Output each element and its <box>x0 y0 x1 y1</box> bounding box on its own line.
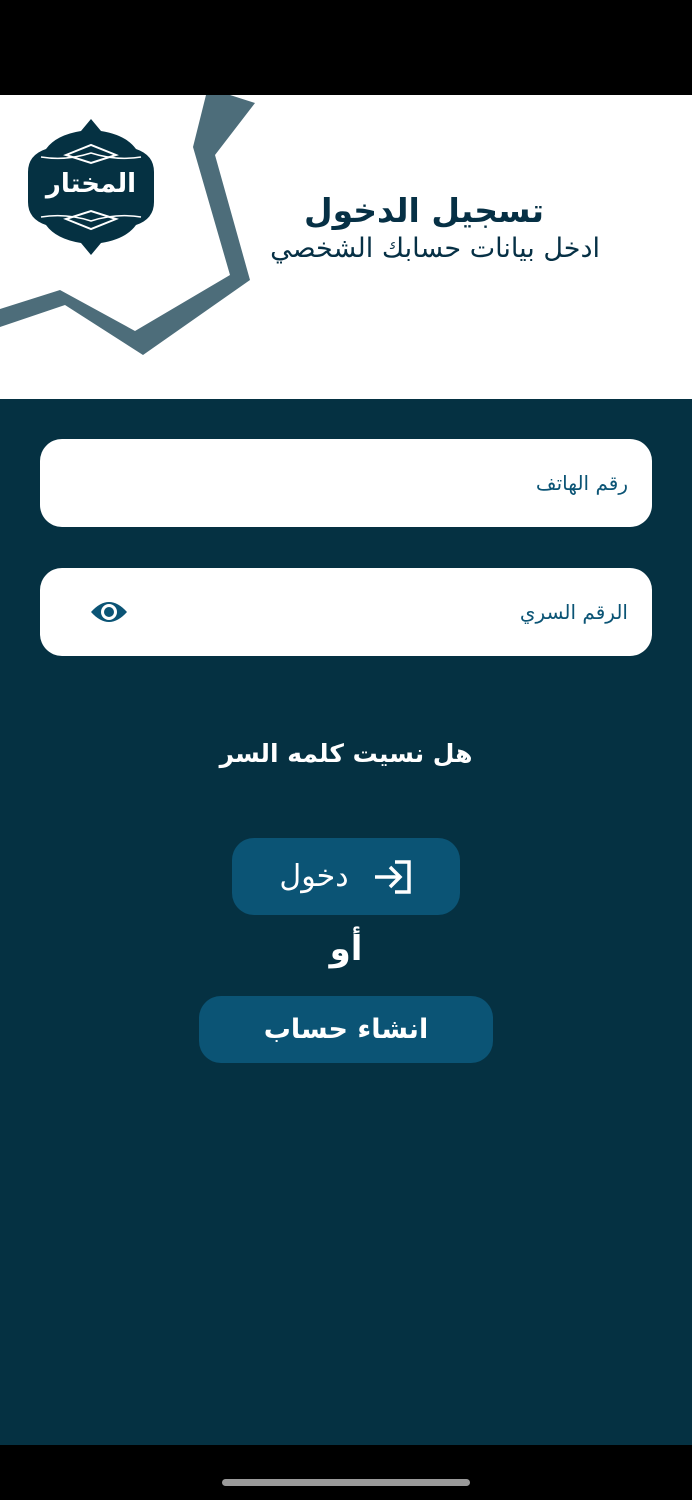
header: المختار تسجيل الدخول ادخل بيانات حسابك ا… <box>0 95 692 399</box>
page-title: تسجيل الدخول <box>303 191 544 230</box>
password-input[interactable]: الرقم السري <box>40 568 652 656</box>
logo-text: المختار <box>45 169 137 199</box>
register-button-label: انشاء حساب <box>263 1014 429 1045</box>
home-indicator[interactable] <box>222 1479 470 1486</box>
phone-input[interactable]: رقم الهاتف <box>40 439 652 527</box>
eye-icon[interactable] <box>90 597 128 627</box>
forgot-password-link[interactable]: هل نسيت كلمه السر <box>0 739 692 768</box>
status-bar <box>0 0 692 95</box>
login-button[interactable]: دخول <box>232 838 460 915</box>
login-button-label: دخول <box>279 859 349 894</box>
navigation-bar <box>0 1445 692 1500</box>
or-separator: أو <box>329 929 363 969</box>
phone-placeholder: رقم الهاتف <box>535 471 628 495</box>
login-arrow-icon <box>374 859 411 894</box>
page-subtitle: ادخل بيانات حسابك الشخصي <box>270 233 600 264</box>
password-placeholder: الرقم السري <box>519 600 628 624</box>
login-form: رقم الهاتف الرقم السري هل نسيت كلمه السر… <box>0 399 692 1445</box>
register-button[interactable]: انشاء حساب <box>199 996 493 1063</box>
